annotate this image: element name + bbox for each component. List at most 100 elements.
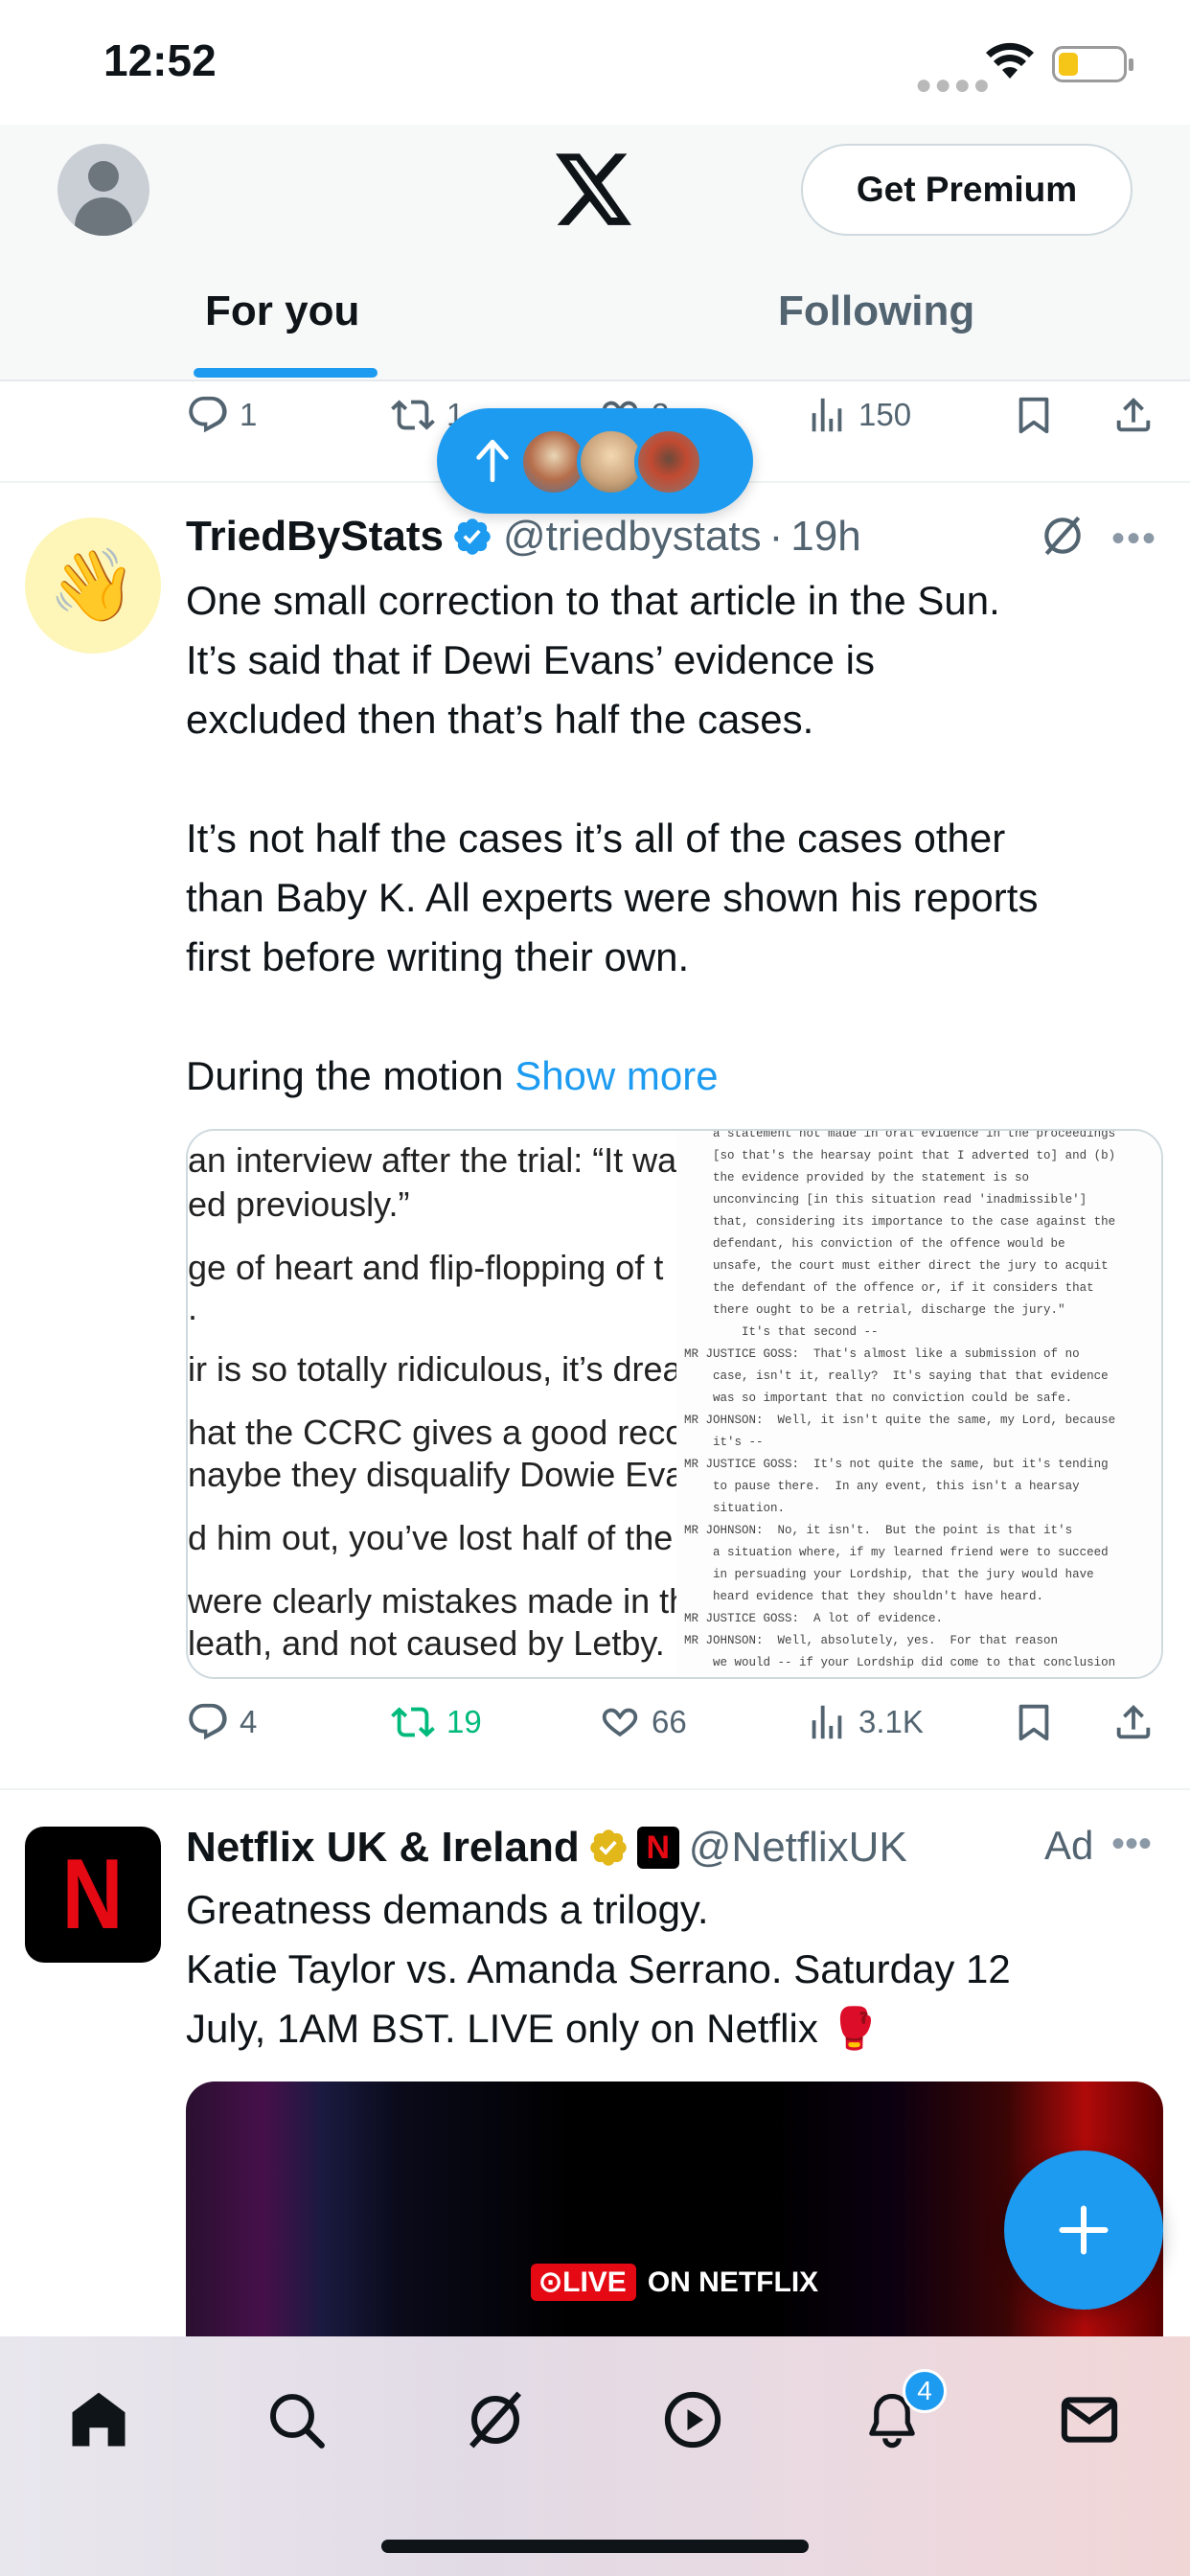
views-chart-icon <box>812 1705 842 1739</box>
views-count: 3.1K <box>858 1704 924 1739</box>
nav-notifications[interactable]: 4 <box>849 2369 947 2463</box>
bookmark-button[interactable] <box>1012 1700 1056 1744</box>
reply-count: 4 <box>240 1704 258 1739</box>
get-premium-button[interactable]: Get Premium <box>801 144 1133 236</box>
ad-label: Ad <box>1044 1823 1094 1868</box>
media-text-line: MR JUSTICE GOSS: A lot of evidence. <box>684 1612 944 1625</box>
media-text-line: leath, and not caused by Letby. <box>188 1623 665 1663</box>
retweet-button[interactable]: 19 <box>389 1700 482 1744</box>
plus-icon <box>1059 2205 1109 2255</box>
reply-icon <box>189 396 227 433</box>
media-text-line: that, considering its importance to the … <box>684 1215 1116 1229</box>
media-text-line: it's -- <box>684 1436 764 1449</box>
new-posts-pill[interactable] <box>437 408 753 514</box>
ad-text: Greatness demands a trilogy. Katie Taylo… <box>186 1887 1011 2051</box>
home-icon <box>72 2392 126 2447</box>
home-indicator <box>381 2540 809 2553</box>
compose-post-button[interactable] <box>1004 2150 1163 2310</box>
media-text-line: heard evidence that they shouldn't have … <box>684 1590 1044 1603</box>
bookmark-icon <box>1018 397 1049 434</box>
media-text-line: an interview after the trial: “It wa <box>188 1140 676 1180</box>
author-handle[interactable]: @NetflixUK <box>689 1824 907 1872</box>
heart-icon <box>602 1708 638 1737</box>
live-text: LIVE <box>562 2266 627 2298</box>
media-text-line: a statement not made in oral evidence in… <box>684 1131 1116 1140</box>
media-text-line: MR JOHNSON: Well, it isn't quite the sam… <box>684 1414 1116 1427</box>
reply-count: 1 <box>240 397 258 432</box>
media-text-line: d him out, you’ve lost half of the <box>188 1518 674 1557</box>
status-bar: 12:52 ●●●● <box>0 0 1190 125</box>
separator-dot: · <box>768 513 784 560</box>
views-button[interactable]: 150 <box>805 393 911 437</box>
profile-avatar[interactable] <box>57 144 149 236</box>
tweet-text: One small correction to that article in … <box>186 571 1163 1106</box>
grok-icon[interactable] <box>1039 512 1087 560</box>
transcript-screenshot: a statement not made in oral evidence in… <box>676 1131 1161 1677</box>
nav-home[interactable] <box>56 2377 142 2463</box>
share-button[interactable] <box>1111 1700 1156 1744</box>
bookmark-icon <box>1018 1704 1049 1741</box>
notification-badge: 4 <box>903 2369 947 2413</box>
tweet-time[interactable]: 19h <box>790 513 860 561</box>
media-text-line: there ought to be a retrial, discharge t… <box>684 1303 1065 1317</box>
ad-header: Netflix UK & Ireland N @NetflixUK <box>186 1819 907 1876</box>
views-chart-icon <box>812 398 842 432</box>
verified-badge-icon <box>454 518 491 555</box>
nav-grok[interactable] <box>452 2377 538 2463</box>
avatar[interactable]: 👋 <box>25 518 161 654</box>
media-text-line: the defendant of the offence or, if it c… <box>684 1281 1094 1295</box>
tweet-paragraph: One small correction to that article in … <box>186 578 1000 742</box>
retweet-count: 19 <box>446 1704 482 1739</box>
share-icon <box>1116 397 1151 432</box>
media-text-line: the evidence provided by the statement i… <box>684 1171 1030 1184</box>
share-button[interactable] <box>1111 393 1156 437</box>
author-handle[interactable]: @triedbystats <box>503 513 762 561</box>
article-screenshot: an interview after the trial: “It wa ed … <box>188 1131 676 1677</box>
tab-for-you[interactable]: For you <box>205 288 359 335</box>
tab-following[interactable]: Following <box>778 288 974 335</box>
bookmark-button[interactable] <box>1012 393 1056 437</box>
reply-button[interactable]: 4 <box>186 1700 257 1744</box>
media-text-line: case, isn't it, really? It's saying that… <box>684 1369 1109 1383</box>
battery-icon <box>1052 46 1133 82</box>
wave-emoji: 👋 <box>48 544 138 625</box>
live-badge: ⊙ LIVE <box>531 2264 636 2301</box>
media-text-line: MR JOHNSON: Well, absolutely, yes. For t… <box>684 1634 1059 1647</box>
like-button[interactable]: 66 <box>598 1700 687 1744</box>
views-button[interactable]: 3.1K <box>805 1700 924 1744</box>
media-text-line: naybe they disqualify Dowie Evan <box>188 1455 676 1494</box>
mail-icon <box>1061 2397 1118 2443</box>
show-more-link[interactable]: Show more <box>515 1053 718 1098</box>
media-text-line: MR JOHNSON: No, it isn't. But the point … <box>684 1524 1073 1537</box>
author-name[interactable]: TriedByStats <box>186 513 444 561</box>
retweet-icon <box>391 1707 435 1737</box>
reply-button[interactable]: 1 <box>186 393 257 437</box>
more-options-icon[interactable]: ••• <box>1111 518 1157 561</box>
nav-video[interactable] <box>650 2377 736 2463</box>
gold-verified-badge-icon <box>589 1829 627 1866</box>
avatar[interactable]: N <box>25 1827 161 1963</box>
share-icon <box>1116 1704 1151 1739</box>
media-text-line: hat the CCRC gives a good recon <box>188 1413 676 1452</box>
live-on-netflix-label: ⊙ LIVE ON NETFLIX <box>531 2264 818 2301</box>
nav-messages[interactable] <box>1046 2377 1133 2463</box>
on-netflix-text: ON NETFLIX <box>647 2266 819 2298</box>
divider <box>0 1788 1190 1790</box>
tweet-paragraph: During the motion <box>186 1053 515 1098</box>
media-text-line: situation. <box>684 1502 786 1515</box>
x-logo-icon[interactable] <box>556 153 634 226</box>
more-options-icon[interactable]: ••• <box>1111 1823 1152 1866</box>
active-tab-indicator <box>194 368 378 378</box>
play-circle-icon <box>664 2391 721 2449</box>
media-text-line: a situation where, if my learned friend … <box>684 1546 1109 1559</box>
media-text-line: MR JUSTICE GOSS: That's almost like a su… <box>684 1347 1080 1361</box>
search-icon <box>270 2394 325 2449</box>
media-text-line: . <box>188 1288 198 1327</box>
cellular-signal-icon: ●●●● <box>915 69 993 101</box>
media-text-line: to pause there. In any event, this isn't… <box>684 1480 1080 1493</box>
nav-search[interactable] <box>253 2377 339 2463</box>
media-text-line: ed previously.” <box>188 1184 410 1224</box>
author-name[interactable]: Netflix UK & Ireland <box>186 1824 580 1872</box>
tweet-media-image[interactable]: an interview after the trial: “It wa ed … <box>186 1129 1163 1679</box>
media-text-line: defendant, his conviction of the offence… <box>684 1237 1065 1251</box>
